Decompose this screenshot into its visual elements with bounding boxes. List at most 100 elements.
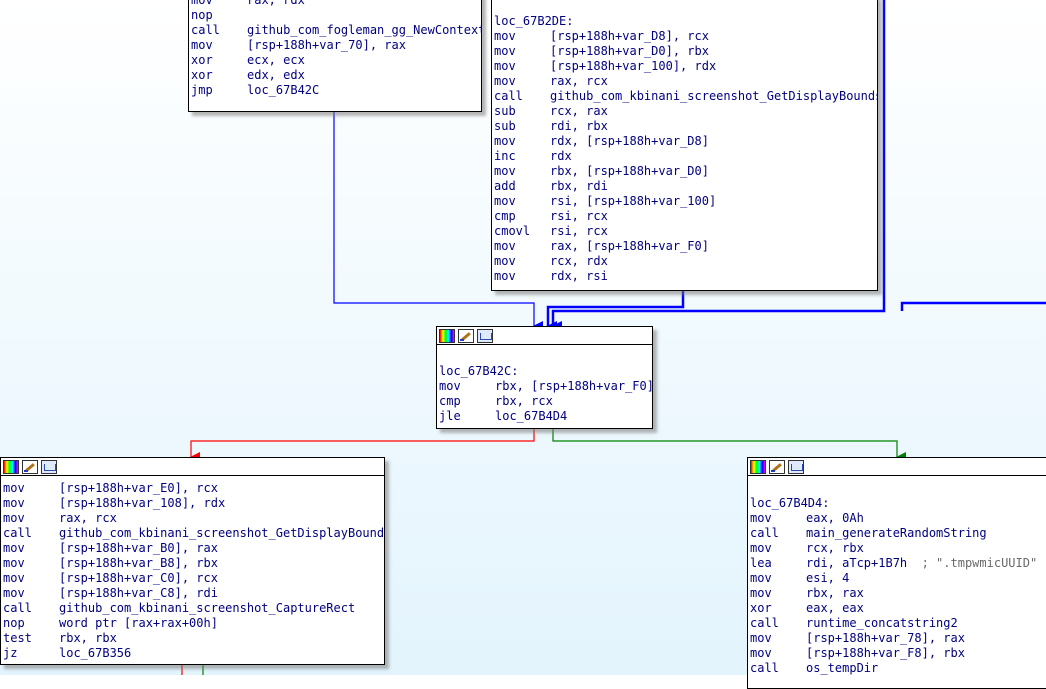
mnemonic: cmp [439,394,461,408]
instruction-line[interactable]: call github_com_kbinani_screenshot_GetDis… [494,89,877,104]
instruction-line[interactable]: mov rbx, [rsp+188h+var_D0] [494,164,877,179]
color-palette-icon[interactable] [439,328,455,343]
instruction-line[interactable]: mov rdx, rsi [494,269,877,284]
mnemonic: jle [439,409,461,423]
instruction-line[interactable]: mov rcx, rbx [750,541,1046,556]
instruction-line[interactable]: mov [rsp+188h+var_100], rdx [494,59,877,74]
instruction-line[interactable]: mov rax, [rsp+188h+var_F0] [494,239,877,254]
instruction-line[interactable]: sub rdi, rbx [494,119,877,134]
block5-lines: loc_67B4D4: mov eax, 0Ah call main_generate… [748,476,1046,676]
instruction-line[interactable]: inc rdx [494,149,877,164]
mnemonic: call [3,526,32,540]
operands: rbx, rax [806,586,864,600]
operands: rbx, [rsp+188h+var_D0] [550,164,709,178]
instruction-line[interactable]: call github_com_fogleman_gg_NewContext [191,23,481,38]
instruction-line[interactable]: mov esi, 4 [750,571,1046,586]
mnemonic: cmovl [494,224,531,238]
edit-pencil-icon[interactable] [769,459,785,474]
instruction-line[interactable]: jz loc_67B356 [3,646,384,661]
instruction-line[interactable]: mov [rsp+188h+var_B8], rbx [3,556,384,571]
instruction-line[interactable]: mov [rsp+188h+var_D8], rcx [494,29,877,44]
instruction-line[interactable]: cmp rsi, rcx [494,209,877,224]
color-palette-icon[interactable] [750,459,766,474]
mnemonic: test [3,631,32,645]
operands: github_com_fogleman_gg_NewContext [247,23,482,37]
mnemonic: cmp [494,209,516,223]
code-block-loc-67b2de[interactable]: loc_67B2DE: mov [rsp+188h+var_D8], rcx mov… [491,0,878,291]
mnemonic: mov [3,541,25,555]
block3-lines: loc_67B42C: mov rbx, [rsp+188h+var_F0] cmp… [437,345,652,424]
comment: ; ".tmpwmicUUID" [921,556,1038,570]
operands: rbx, rcx [495,394,553,408]
mnemonic: mov [439,379,461,393]
operands: [rsp+188h+var_C0], rcx [59,571,218,585]
instruction-line[interactable]: mov [rsp+188h+var_108], rdx [3,496,384,511]
code-block-loc-67b42c[interactable]: loc_67B42C: mov rbx, [rsp+188h+var_F0] cmp… [436,326,653,429]
instruction-line[interactable]: mov rcx, rdx [494,254,877,269]
instruction-line[interactable]: sub rcx, rax [494,104,877,119]
instruction-line[interactable]: call os_tempDir [750,661,1046,676]
instruction-line[interactable]: cmp rbx, rcx [439,394,652,409]
mnemonic: mov [3,511,25,525]
block2-lines: loc_67B2DE: mov [rsp+188h+var_D8], rcx mov… [492,0,877,284]
mnemonic: add [494,179,516,193]
instruction-line[interactable]: cmovl rsi, rcx [494,224,877,239]
instruction-line[interactable]: call github_com_kbinani_screenshot_GetDis… [3,526,384,541]
instruction-line[interactable]: mov rsi, [rsp+188h+var_100] [494,194,877,209]
instruction-line[interactable]: jle loc_67B4D4 [439,409,652,424]
instruction-line[interactable]: jmp loc_67B42C [191,83,481,98]
code-block-4[interactable]: mov [rsp+188h+var_E0], rcx mov [rsp+188h+va… [0,457,385,665]
edit-pencil-icon[interactable] [458,328,474,343]
mnemonic: sub [494,119,516,133]
instruction-line[interactable]: xor ecx, ecx [191,53,481,68]
operands: esi, 4 [806,571,850,585]
instruction-line[interactable]: mov rax, rdx [191,0,481,8]
graph-overview-icon[interactable] [41,459,57,474]
mnemonic: mov [3,481,25,495]
operands: eax, 0Ah [806,511,864,525]
instruction-line[interactable]: xor eax, eax [750,601,1046,616]
operands: [rsp+188h+var_108], rdx [59,496,226,510]
instruction-line[interactable]: mov [rsp+188h+var_78], rax [750,631,1046,646]
instruction-line[interactable]: mov [rsp+188h+var_E0], rcx [3,481,384,496]
instruction-line[interactable]: nop [191,8,481,23]
block-label-loc-67b42c[interactable]: loc_67B42C: [439,364,652,379]
edit-pencil-icon[interactable] [22,459,38,474]
instruction-line[interactable]: mov rbx, [rsp+188h+var_F0] [439,379,652,394]
instruction-line[interactable]: call main_generateRandomString [750,526,1046,541]
instruction-line[interactable]: mov [rsp+188h+var_C0], rcx [3,571,384,586]
instruction-line[interactable]: mov rax, rcx [494,74,877,89]
mnemonic: mov [750,571,772,585]
instruction-line[interactable]: lea rdi, aTcp+1B7h ; ".tmpwmicUUID" [750,556,1046,571]
instruction-line[interactable]: mov eax, 0Ah [750,511,1046,526]
operands: rdi, aTcp+1B7h [806,556,908,570]
graph-overview-icon[interactable] [788,459,804,474]
graph-overview-icon[interactable] [477,328,493,343]
instruction-line[interactable]: mov [rsp+188h+var_C8], rdi [3,586,384,601]
block-label-loc-67b2de[interactable]: loc_67B2DE: [494,14,877,29]
instruction-line[interactable]: mov [rsp+188h+var_D0], rbx [494,44,877,59]
mnemonic: mov [494,74,516,88]
mnemonic: mov [494,239,516,253]
mnemonic: nop [191,8,213,22]
instruction-line[interactable]: test rbx, rbx [3,631,384,646]
code-block-1[interactable]: mov rax, rdx nop call github_com_fogleman_gg… [188,0,482,112]
operands: [rsp+188h+var_F8], rbx [806,646,965,660]
instruction-line[interactable]: call github_com_kbinani_screenshot_Captur… [3,601,384,616]
instruction-line[interactable]: xor edx, edx [191,68,481,83]
mnemonic: mov [750,541,772,555]
block4-header [1,458,384,476]
code-block-loc-67b4d4[interactable]: loc_67B4D4: mov eax, 0Ah call main_generate… [747,457,1046,689]
instruction-line[interactable]: add rbx, rdi [494,179,877,194]
instruction-line[interactable]: call runtime_concatstring2 [750,616,1046,631]
instruction-line[interactable]: mov rax, rcx [3,511,384,526]
instruction-line[interactable]: nop word ptr [rax+rax+00h] [3,616,384,631]
instruction-line[interactable]: mov [rsp+188h+var_70], rax [191,38,481,53]
instruction-line[interactable]: mov [rsp+188h+var_B0], rax [3,541,384,556]
block-label-loc-67b4d4[interactable]: loc_67B4D4: [750,496,1046,511]
operands: github_com_kbinani_screenshot_CaptureRec… [59,601,356,615]
instruction-line[interactable]: mov rdx, [rsp+188h+var_D8] [494,134,877,149]
instruction-line[interactable]: mov rbx, rax [750,586,1046,601]
instruction-line[interactable]: mov [rsp+188h+var_F8], rbx [750,646,1046,661]
color-palette-icon[interactable] [3,459,19,474]
